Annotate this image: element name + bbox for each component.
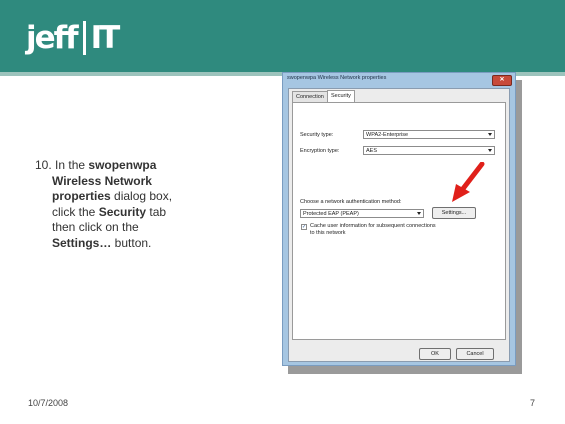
- instruction-text: 10. In the swopenwpa Wireless Network pr…: [35, 158, 230, 251]
- auth-method-label: Choose a network authentication method:: [300, 199, 402, 205]
- instruction-part: dialog box,: [110, 189, 173, 203]
- auth-method-select[interactable]: Protected EAP (PEAP): [300, 209, 424, 218]
- security-type-value: WPA2-Enterprise: [366, 132, 409, 138]
- dialog-client: Connection Security Security type: WPA2-…: [288, 88, 510, 362]
- red-arrow-icon: [452, 162, 485, 202]
- instruction-bold: swopenwpa: [88, 158, 157, 172]
- ok-button[interactable]: OK: [419, 348, 451, 360]
- chevron-down-icon: [417, 212, 421, 215]
- security-type-label: Security type:: [300, 132, 334, 138]
- dialog-titlebar: swopenwpa Wireless Network properties ✕: [283, 73, 515, 87]
- cache-checkbox-label-1: Cache user information for subsequent co…: [310, 223, 436, 229]
- cache-checkbox-label-2: to this network: [310, 230, 346, 236]
- page-number: 7: [530, 398, 536, 408]
- security-type-select[interactable]: WPA2-Enterprise: [363, 130, 495, 139]
- slide: jeff IT 10. In the swopenwpa Wireless Ne…: [0, 0, 565, 424]
- chevron-down-icon: [488, 133, 492, 136]
- instruction-part: button.: [111, 235, 152, 250]
- encryption-type-label: Encryption type:: [300, 148, 340, 154]
- instruction-part: In the: [55, 158, 89, 172]
- logo-divider: [82, 21, 86, 55]
- security-tab-panel: Security type: WPA2-Enterprise Encryptio…: [292, 102, 506, 340]
- instruction-part: then click on the: [52, 220, 139, 234]
- cache-user-info-checkbox[interactable]: ✓: [301, 224, 307, 230]
- logo: jeff IT: [26, 20, 121, 56]
- instruction-bold: properties: [52, 189, 111, 203]
- encryption-type-value: AES: [366, 148, 378, 154]
- instruction-bold: Wireless Network: [52, 173, 152, 188]
- logo-it: IT: [90, 20, 121, 56]
- dialog-title: swopenwpa Wireless Network properties: [287, 75, 387, 81]
- logo-text: jeff: [26, 20, 79, 56]
- cancel-button[interactable]: Cancel: [456, 348, 494, 360]
- instruction-part: tab: [146, 204, 167, 219]
- wireless-properties-dialog: swopenwpa Wireless Network properties ✕ …: [282, 72, 516, 366]
- instruction-bold: Security: [98, 204, 147, 219]
- step-number: 10.: [35, 158, 52, 172]
- chevron-down-icon: [488, 149, 492, 152]
- settings-button[interactable]: Settings...: [432, 207, 476, 219]
- close-icon[interactable]: ✕: [492, 75, 512, 86]
- encryption-type-select[interactable]: AES: [363, 146, 495, 155]
- auth-method-value: Protected EAP (PEAP): [303, 211, 359, 217]
- instruction-bold: Settings…: [52, 235, 112, 250]
- footer-date: 10/7/2008: [28, 398, 69, 408]
- instruction-part: click the: [52, 204, 99, 219]
